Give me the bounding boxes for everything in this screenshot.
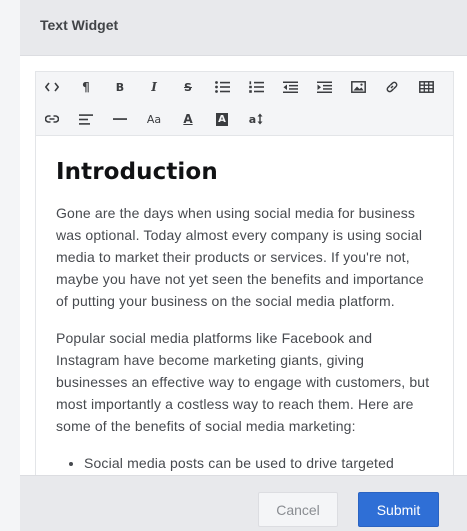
- bulleted-list-icon[interactable]: [207, 73, 237, 101]
- link-icon[interactable]: [37, 105, 67, 133]
- editor-content[interactable]: Introduction Gone are the days when usin…: [36, 136, 453, 476]
- numbered-list-icon[interactable]: [241, 73, 271, 101]
- code-view-icon[interactable]: [37, 73, 67, 101]
- insert-image-icon[interactable]: [343, 73, 373, 101]
- horizontal-line-icon[interactable]: [105, 105, 135, 133]
- content-paragraph: Popular social media platforms like Face…: [56, 330, 430, 434]
- text-widget-panel: Text Widget ¶ B I S Aa A A a Introductio…: [20, 0, 467, 531]
- align-icon[interactable]: [71, 105, 101, 133]
- line-height-icon[interactable]: a: [241, 105, 271, 133]
- bold-icon[interactable]: B: [105, 73, 135, 101]
- list-item: Social media posts can be used to drive …: [84, 452, 433, 474]
- cancel-button[interactable]: Cancel: [258, 492, 338, 527]
- editor-toolbar: ¶ B I S Aa A A a: [36, 72, 453, 136]
- indent-icon[interactable]: [309, 73, 339, 101]
- submit-button[interactable]: Submit: [358, 492, 439, 527]
- paragraph-icon[interactable]: ¶: [71, 73, 101, 101]
- content-paragraph: Gone are the days when using social medi…: [56, 205, 424, 309]
- background-color-icon[interactable]: A: [207, 105, 237, 133]
- strikethrough-icon[interactable]: S: [173, 73, 203, 101]
- text-color-icon[interactable]: A: [173, 105, 203, 133]
- panel-footer: Cancel Submit: [20, 475, 467, 531]
- panel-header: Text Widget: [20, 0, 467, 56]
- left-gutter: [0, 0, 20, 531]
- content-heading: Introduction: [56, 159, 218, 185]
- insert-table-icon[interactable]: [411, 73, 441, 101]
- insert-link-icon[interactable]: [377, 73, 407, 101]
- content-bullet-list: Social media posts can be used to drive …: [56, 452, 433, 474]
- font-size-icon[interactable]: Aa: [139, 105, 169, 133]
- outdent-icon[interactable]: [275, 73, 305, 101]
- italic-icon[interactable]: I: [139, 73, 169, 101]
- panel-title: Text Widget: [40, 17, 119, 33]
- rich-text-editor: ¶ B I S Aa A A a Introduction Gone are t…: [35, 71, 454, 475]
